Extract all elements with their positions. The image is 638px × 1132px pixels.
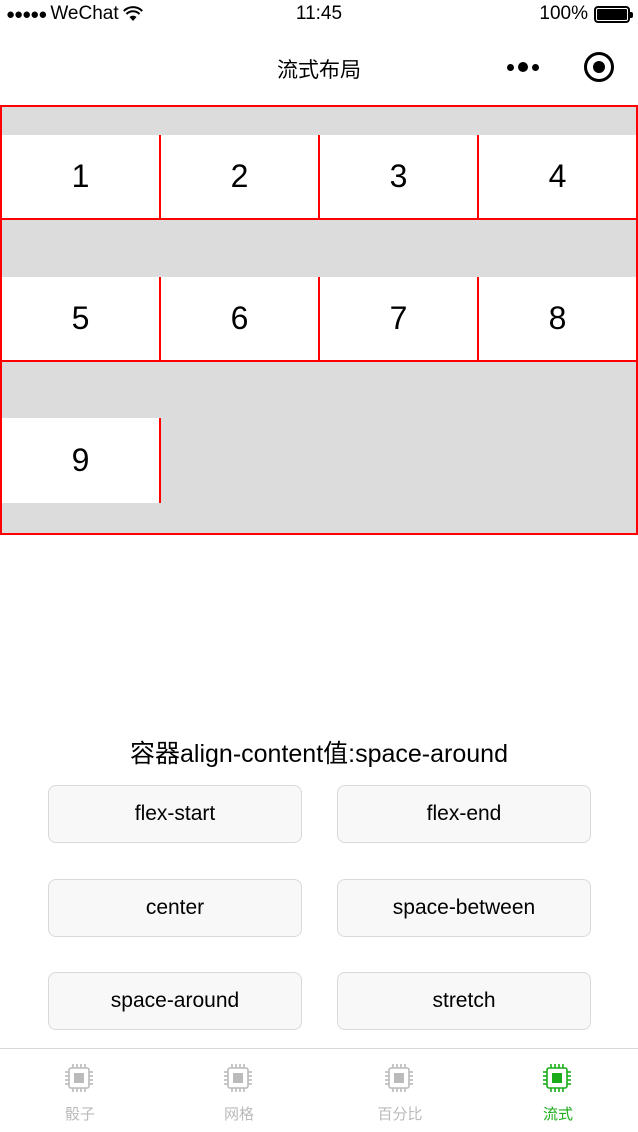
tab-grid[interactable]: 网格 [159,1049,319,1132]
flex-end-button[interactable]: flex-end [337,785,591,843]
tab-label: 流式 [542,1106,573,1123]
flex-item: 5 [2,277,161,362]
tab-percent[interactable]: 百分比 [320,1049,480,1132]
chip-icon [543,1064,571,1092]
stretch-button[interactable]: stretch [337,972,591,1030]
status-bar: ●●●●● WeChat 11:45 100% [0,0,638,30]
flex-item: 4 [479,135,636,220]
space-around-button[interactable]: space-around [48,972,302,1030]
menu-capsule [496,50,616,84]
nav-bar: 流式布局 [0,30,638,104]
flex-item: 1 [2,135,161,220]
tab-label: 骰子 [64,1106,95,1123]
screen: ●●●●● WeChat 11:45 100% 流式布局 1 2 3 4 5 6… [0,0,638,1132]
tab-dice[interactable]: 骰子 [0,1049,160,1132]
space-between-button[interactable]: space-between [337,879,591,937]
status-right: 100% [539,3,633,25]
flex-item: 8 [479,277,636,362]
chip-icon [65,1064,93,1092]
chip-icon [224,1064,252,1092]
flex-item: 3 [320,135,479,220]
battery-percent: 100% [539,3,588,24]
flex-item: 9 [2,418,161,503]
flex-item: 7 [320,277,479,362]
flex-container: 1 2 3 4 5 6 7 8 9 [0,105,638,535]
tab-label: 网格 [223,1106,254,1123]
center-button[interactable]: center [48,879,302,937]
tab-label: 百分比 [377,1106,423,1123]
tab-flow[interactable]: 流式 [478,1049,638,1132]
flex-item: 2 [161,135,320,220]
battery-icon [594,5,633,23]
flex-item: 6 [161,277,320,362]
align-content-label: 容器align-content值:space-around [130,740,508,768]
chip-icon [385,1064,413,1092]
tab-bar: 骰子 网格 百分比 流式 [0,1048,638,1132]
flex-start-button[interactable]: flex-start [48,785,302,843]
more-icon[interactable] [496,50,550,84]
close-icon[interactable] [582,50,616,84]
